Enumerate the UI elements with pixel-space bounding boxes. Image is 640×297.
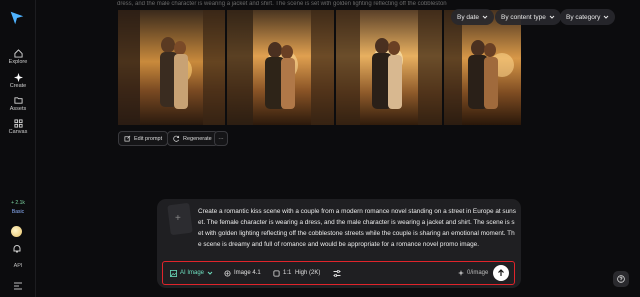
question-icon (617, 275, 625, 283)
folder-icon (13, 97, 23, 104)
add-image-icon[interactable]: + (175, 213, 181, 224)
more-icon: ··· (218, 135, 224, 142)
collapse-icon[interactable] (13, 282, 23, 290)
filter-by-content-type[interactable]: By content type (495, 9, 561, 25)
sidebar-item-assets[interactable]: Assets (0, 96, 36, 112)
model-icon (224, 269, 231, 277)
filter-label: By category (566, 13, 601, 21)
filter-by-category[interactable]: By category (560, 9, 616, 25)
arrow-up-icon (498, 269, 504, 276)
previous-prompt-caption: dress, and the male character is wearing… (117, 1, 447, 7)
mode-selector[interactable]: AI Image (170, 267, 213, 279)
sidebar-item-label: Explore (8, 59, 28, 65)
more-options-button[interactable]: ··· (214, 131, 228, 146)
prompt-input[interactable]: Create a romantic kiss scene with a coup… (198, 206, 516, 250)
regenerate-button[interactable]: Regenerate (167, 131, 218, 146)
filter-label: By date (457, 13, 480, 21)
sidebar: Explore Create Assets Canvas + 2.1k Basi… (0, 0, 36, 297)
filter-by-date[interactable]: By date (451, 9, 495, 25)
chevron-down-icon (207, 271, 213, 275)
sidebar-item-label: Assets (9, 106, 27, 112)
sidebar-item-create[interactable]: Create (0, 73, 36, 89)
cost-indicator: 0/image (458, 267, 488, 279)
refresh-icon (173, 135, 180, 142)
plan-label[interactable]: Basic (0, 209, 36, 215)
credits-value[interactable]: + 2.1k (0, 200, 36, 206)
generated-image-4[interactable] (444, 10, 521, 125)
grid-icon (13, 119, 23, 128)
sparkle-icon (458, 270, 464, 276)
edit-prompt-label: Edit prompt (134, 135, 163, 142)
filter-label: By content type (501, 13, 546, 21)
quality-label: High (2K) (295, 270, 321, 276)
generated-image-3[interactable] (336, 10, 442, 125)
chevron-down-icon (603, 15, 609, 19)
generated-image-1[interactable] (118, 10, 225, 125)
sidebar-item-explore[interactable]: Explore (0, 49, 36, 65)
bell-icon[interactable] (12, 244, 22, 254)
regenerate-label: Regenerate (183, 135, 212, 142)
chevron-down-icon (482, 15, 488, 19)
model-selector[interactable]: Image 4.1 (224, 267, 261, 279)
sparkle-icon (13, 73, 23, 82)
model-label: Image 4.1 (234, 270, 261, 276)
sidebar-item-label: Create (9, 83, 27, 89)
avatar[interactable] (11, 226, 22, 237)
aspect-ratio-selector[interactable]: 1:1 (273, 267, 291, 279)
edit-prompt-button[interactable]: Edit prompt (118, 131, 169, 146)
chevron-down-icon (549, 15, 555, 19)
ratio-label: 1:1 (283, 270, 292, 276)
api-link[interactable]: API (0, 263, 36, 269)
aspect-ratio-icon (273, 269, 280, 277)
quality-selector[interactable]: High (2K) (295, 267, 320, 279)
cost-label: 0/image (467, 270, 489, 276)
image-icon (170, 269, 177, 277)
sliders-icon (333, 269, 341, 277)
mode-label: AI Image (180, 270, 205, 276)
sidebar-item-canvas[interactable]: Canvas (0, 119, 36, 135)
edit-icon (124, 135, 131, 142)
logo-icon[interactable] (8, 9, 26, 27)
advanced-settings-button[interactable] (333, 267, 341, 279)
compass-icon (13, 49, 23, 58)
generate-button[interactable] (493, 265, 509, 281)
generated-image-2[interactable] (227, 10, 334, 125)
help-button[interactable] (613, 271, 629, 287)
sidebar-item-label: Canvas (8, 129, 28, 135)
